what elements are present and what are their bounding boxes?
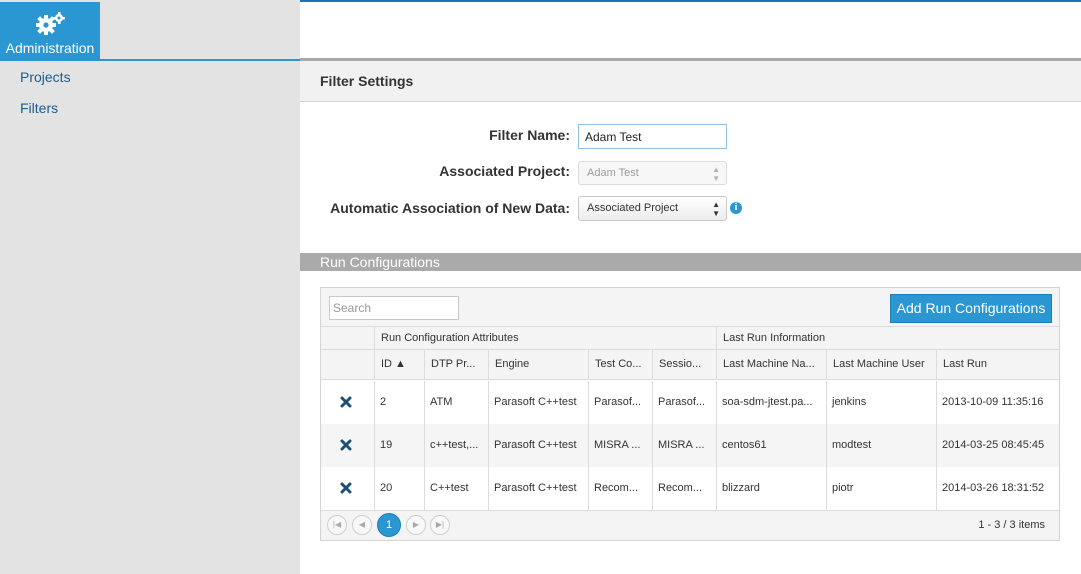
cell-last-machine-user: piotr (832, 482, 854, 494)
sidebar-link-projects[interactable]: Projects (20, 69, 71, 85)
filter-name-input[interactable] (578, 124, 727, 149)
cell-dtp-project: ATM (430, 396, 453, 408)
delete-icon[interactable] (340, 396, 352, 408)
column-header-id[interactable]: ID ▲ (374, 350, 424, 379)
first-page-icon[interactable]: |◀ (327, 515, 347, 535)
cell-session: Recom... (658, 482, 703, 494)
cell-engine: Parasoft C++test (494, 439, 577, 451)
filter-settings-title: Filter Settings (320, 73, 414, 89)
table-row: 20 C++test Parasoft C++test Recom... Rec… (321, 467, 1059, 510)
last-page-icon[interactable]: ▶| (430, 515, 450, 535)
cell-engine: Parasoft C++test (494, 396, 577, 408)
associated-project-value: Adam Test (587, 167, 639, 179)
auto-association-value: Associated Project (587, 202, 679, 214)
select-arrows-icon: ▲ ▼ (712, 200, 720, 218)
column-header-session[interactable]: Sessio... (652, 350, 716, 379)
column-divider (588, 381, 589, 510)
filter-settings-header: Filter Settings (300, 61, 1081, 102)
run-configurations-header: Run Configurations (300, 253, 1081, 271)
sidebar-link-filters[interactable]: Filters (20, 100, 58, 116)
associated-project-label: Associated Project: (439, 163, 570, 179)
cell-last-run: 2014-03-26 18:31:52 (942, 482, 1045, 494)
column-header-last-machine-user[interactable]: Last Machine User (826, 350, 936, 379)
cell-dtp-project: C++test (430, 482, 469, 494)
column-header-last-run[interactable]: Last Run (936, 350, 1059, 379)
cell-id: 19 (380, 439, 393, 451)
administration-tab[interactable]: Administration (0, 2, 100, 59)
column-divider (488, 381, 489, 510)
pager-info: 1 - 3 / 3 items (978, 519, 1045, 531)
column-header-dtp-project[interactable]: DTP Pr... (424, 350, 488, 379)
cell-dtp-project: c++test,... (430, 439, 479, 451)
column-divider (374, 381, 375, 510)
cell-id: 20 (380, 482, 393, 494)
delete-icon[interactable] (340, 482, 352, 494)
cell-last-machine-user: jenkins (832, 396, 867, 408)
cell-last-run: 2014-03-25 08:45:45 (942, 439, 1045, 451)
associated-project-select: Adam Test ▲ ▼ (578, 161, 727, 185)
cell-test-config: MISRA ... (594, 439, 641, 451)
column-header-last-machine-name[interactable]: Last Machine Na... (716, 350, 826, 379)
cell-last-machine-name: blizzard (722, 482, 760, 494)
cell-last-run: 2013-10-09 11:35:16 (942, 396, 1044, 408)
column-header-row: ID ▲ DTP Pr... Engine Test Co... Sessio.… (321, 350, 1059, 380)
cell-session: Parasof... (658, 396, 706, 408)
run-configurations-title: Run Configurations (320, 254, 440, 270)
sidebar-accent-band (0, 59, 300, 61)
column-header-test-config[interactable]: Test Co... (588, 350, 652, 379)
table-row: 2 ATM Parasoft C++test Parasof... Paraso… (321, 381, 1059, 424)
cell-last-machine-name: soa-sdm-jtest.pa... (722, 396, 813, 408)
cell-test-config: Parasof... (594, 396, 642, 408)
cell-last-machine-name: centos61 (722, 439, 767, 451)
cell-session: MISRA ... (658, 439, 705, 451)
prev-page-icon[interactable]: ◀ (352, 515, 372, 535)
table-row: 19 c++test,... Parasoft C++test MISRA ..… (321, 424, 1059, 467)
search-input[interactable] (329, 296, 459, 320)
column-divider (826, 381, 827, 510)
group-header-attributes: Run Configuration Attributes (374, 327, 716, 349)
run-configurations-grid: Add Run Configurations Run Configuration… (320, 287, 1060, 541)
column-divider (652, 381, 653, 510)
grid-toolbar: Add Run Configurations (321, 288, 1059, 326)
cell-last-machine-user: modtest (832, 439, 872, 451)
column-group-row: Run Configuration Attributes Last Run In… (321, 326, 1059, 350)
column-divider (936, 381, 937, 510)
group-header-last-run: Last Run Information (716, 327, 1059, 349)
administration-label: Administration (5, 40, 95, 56)
sidebar: Administration Projects Filters (0, 0, 300, 574)
gears-icon (36, 12, 65, 35)
cell-engine: Parasoft C++test (494, 482, 577, 494)
cell-id: 2 (380, 396, 387, 408)
auto-association-select[interactable]: Associated Project ▲ ▼ (578, 196, 727, 221)
page-number-current[interactable]: 1 (377, 513, 401, 537)
next-page-icon[interactable]: ▶ (406, 515, 426, 535)
column-divider (424, 381, 425, 510)
delete-icon[interactable] (340, 439, 352, 451)
filter-name-label: Filter Name: (489, 127, 570, 143)
select-arrows-icon: ▲ ▼ (712, 165, 720, 183)
cell-test-config: Recom... (594, 482, 639, 494)
column-header-engine[interactable]: Engine (488, 350, 588, 379)
pager: |◀ ◀ 1 ▶ ▶| 1 - 3 / 3 items (321, 510, 1059, 540)
auto-association-label: Automatic Association of New Data: (330, 200, 570, 216)
column-divider (716, 381, 717, 510)
info-icon[interactable]: i (730, 202, 742, 214)
add-run-configurations-button[interactable]: Add Run Configurations (890, 294, 1052, 323)
